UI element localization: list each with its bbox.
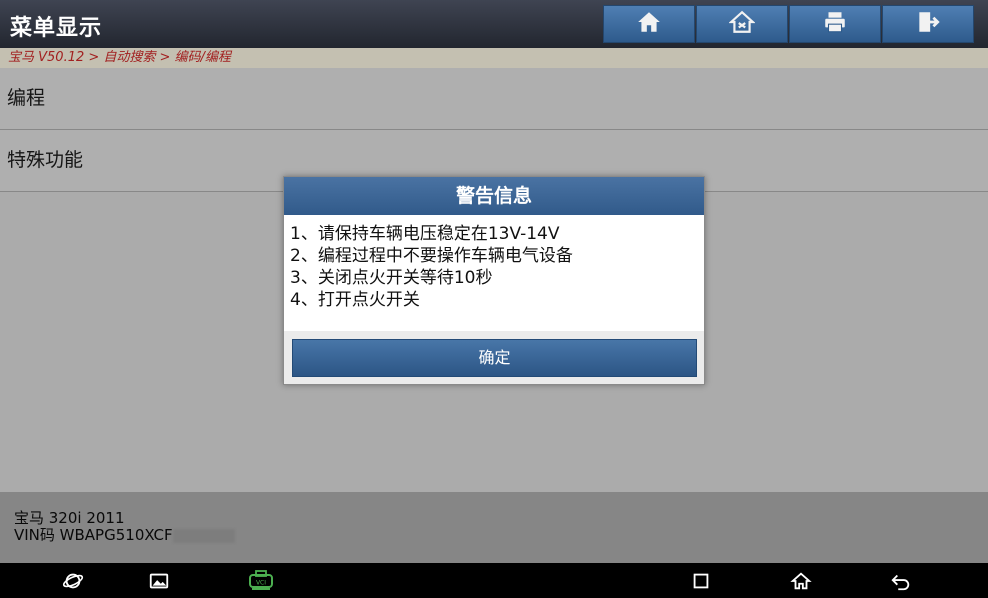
back-icon[interactable]: [890, 570, 912, 592]
home-icon: [636, 9, 662, 39]
browser-icon[interactable]: [62, 570, 84, 592]
warning-dialog: 警告信息 1、请保持车辆电压稳定在13V-14V 2、编程过程中不要操作车辆电气…: [283, 176, 705, 385]
dialog-line: 2、编程过程中不要操作车辆电气设备: [290, 246, 573, 266]
home-button[interactable]: [603, 5, 695, 43]
android-home-icon[interactable]: [790, 570, 812, 592]
page-title: 菜单显示: [10, 16, 103, 41]
android-navbar: VCI: [0, 563, 988, 598]
confirm-button[interactable]: 确定: [292, 339, 697, 377]
exit-icon: [915, 9, 941, 39]
dialog-title: 警告信息: [284, 177, 704, 215]
print-button[interactable]: [789, 5, 881, 43]
vci-icon[interactable]: VCI: [248, 570, 274, 592]
dialog-line: 1、请保持车辆电压稳定在13V-14V: [290, 224, 560, 244]
diagnostic-home-button[interactable]: [696, 5, 788, 43]
diagnostic-home-icon: [728, 9, 756, 39]
gallery-icon[interactable]: [148, 570, 170, 592]
vci-label: VCI: [256, 580, 266, 587]
recent-apps-icon[interactable]: [690, 570, 712, 592]
dialog-line: 4、打开点火开关: [290, 290, 420, 310]
dialog-line: 3、关闭点火开关等待10秒: [290, 268, 493, 288]
exit-button[interactable]: [882, 5, 974, 43]
app-header: 菜单显示: [0, 0, 988, 48]
dialog-body: 1、请保持车辆电压稳定在13V-14V 2、编程过程中不要操作车辆电气设备 3、…: [284, 215, 704, 331]
printer-icon: [822, 9, 848, 39]
